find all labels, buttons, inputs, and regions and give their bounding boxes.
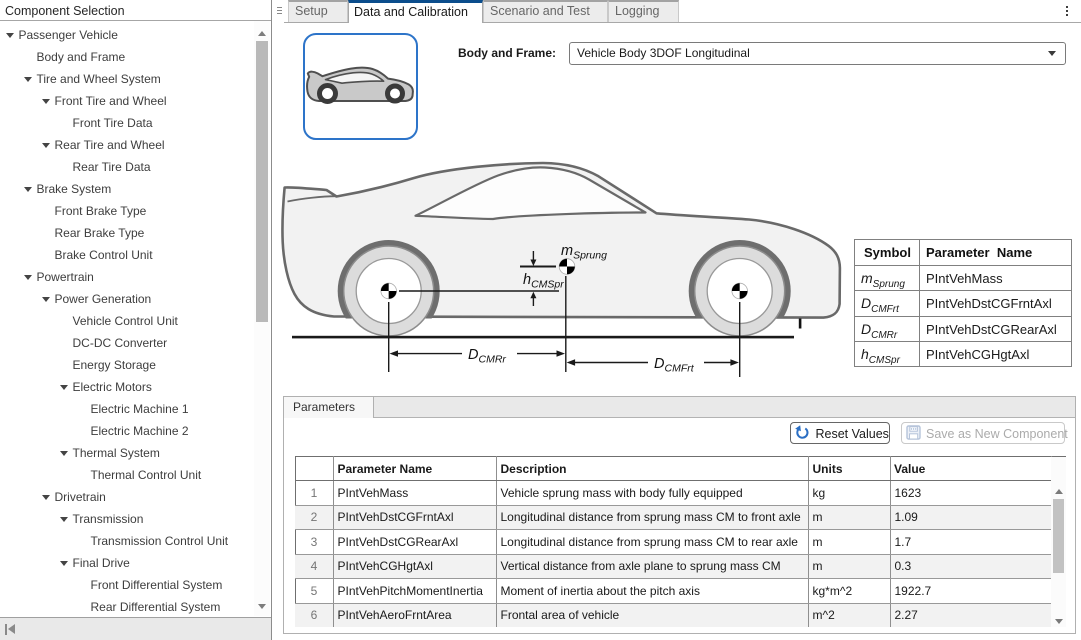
svg-text:DCMFrt: DCMFrt [654,356,695,375]
svg-text:DCMRr: DCMRr [468,347,506,366]
